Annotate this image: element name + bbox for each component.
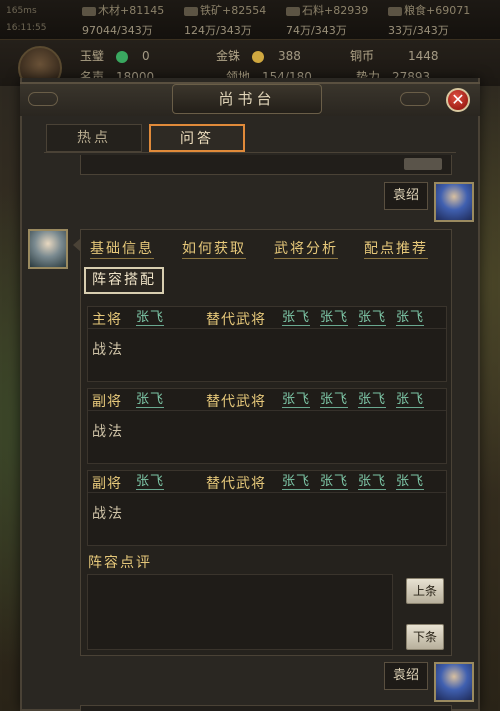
general-name[interactable]: 张飞 (136, 310, 165, 326)
wood-icon (82, 6, 96, 16)
link-point-recommend[interactable]: 配点推荐 (364, 240, 428, 259)
alternate-general[interactable]: 张飞 (282, 474, 311, 490)
general-name[interactable]: 张飞 (136, 392, 165, 408)
dialog-title: 尚书台 (172, 84, 322, 114)
lineup-panel-main: 主将 张飞 替代武将 张飞 张飞 张飞 张飞 战法 (87, 306, 447, 382)
tab-hot[interactable]: 热点 (46, 124, 142, 152)
tactic-label: 战法 (92, 506, 124, 522)
latency-text: 165ms (6, 6, 37, 16)
review-text-box (87, 574, 393, 650)
user-name-tag: 袁绍 (384, 662, 428, 690)
alternate-general[interactable]: 张飞 (320, 310, 349, 326)
role-label: 主将 (92, 312, 122, 328)
tactic-label: 战法 (92, 424, 124, 440)
resource-wood: 木材+81145 97044/343万 (82, 3, 182, 39)
resource-stone: 石料+82939 74万/343万 (286, 3, 386, 39)
tab-qa[interactable]: 问答 (149, 124, 245, 152)
next-message (80, 705, 452, 711)
gold-stat: 金铢 388 (216, 49, 301, 63)
clock-text: 16:11:55 (6, 23, 47, 33)
alternate-general[interactable]: 张飞 (320, 474, 349, 490)
role-label: 副将 (92, 394, 122, 410)
ornament-right-icon (400, 92, 430, 106)
user-portrait[interactable] (434, 182, 474, 222)
copper-stat: 铜币 1448 (350, 49, 439, 63)
resource-amount: 97044/343万 (82, 24, 153, 37)
resource-iron: 铁矿+82554 124万/343万 (184, 3, 284, 39)
general-name[interactable]: 张飞 (136, 474, 165, 490)
resource-grain: 粮食+69071 33万/343万 (388, 3, 488, 39)
close-button[interactable]: ✕ (446, 88, 470, 112)
lineup-row: 副将 张飞 替代武将 张飞 张飞 张飞 张飞 (88, 471, 446, 493)
status-info: 165ms 16:11:55 (6, 3, 46, 37)
jade-stat: 玉璧 0 (80, 49, 150, 63)
tactic-label: 战法 (92, 342, 124, 358)
user-name-tag: 袁绍 (384, 182, 428, 210)
lineup-panel-vice-1: 副将 张飞 替代武将 张飞 张飞 张飞 张飞 战法 (87, 388, 447, 464)
grain-icon (388, 6, 402, 16)
alternate-general[interactable]: 张飞 (396, 474, 425, 490)
alternate-general[interactable]: 张飞 (282, 392, 311, 408)
alternate-general[interactable]: 张飞 (358, 474, 387, 490)
alternate-label: 替代武将 (206, 394, 266, 410)
lineup-row: 副将 张飞 替代武将 张飞 张飞 张飞 张飞 (88, 389, 446, 411)
ornament-left-icon (28, 92, 58, 106)
jade-icon (116, 50, 129, 63)
gold-icon (252, 50, 265, 63)
user-portrait[interactable] (434, 662, 474, 702)
resource-amount: 33万/343万 (388, 24, 449, 37)
alternate-general[interactable]: 张飞 (282, 310, 311, 326)
stone-icon (286, 6, 300, 16)
link-basic-info[interactable]: 基础信息 (90, 240, 154, 259)
alternate-label: 替代武将 (206, 312, 266, 328)
formation-button[interactable]: 阵容搭配 (84, 267, 164, 294)
previous-message-button[interactable] (404, 158, 442, 170)
resource-amount: 74万/343万 (286, 24, 347, 37)
tab-divider (44, 152, 456, 153)
alternate-general[interactable]: 张飞 (358, 310, 387, 326)
close-icon: ✕ (451, 90, 465, 109)
link-how-to-get[interactable]: 如何获取 (182, 240, 246, 259)
prev-entry-button[interactable]: 上条 (406, 578, 444, 604)
previous-message (80, 155, 452, 175)
resource-bar: 165ms 16:11:55 木材+81145 97044/343万 铁矿+82… (0, 0, 500, 40)
alternate-general[interactable]: 张飞 (396, 310, 425, 326)
advisor-portrait[interactable] (28, 229, 68, 269)
role-label: 副将 (92, 476, 122, 492)
review-label: 阵容点评 (88, 555, 152, 571)
resource-amount: 124万/343万 (184, 24, 252, 37)
alternate-general[interactable]: 张飞 (396, 392, 425, 408)
iron-icon (184, 6, 198, 16)
alternate-label: 替代武将 (206, 476, 266, 492)
next-entry-button[interactable]: 下条 (406, 624, 444, 650)
alternate-general[interactable]: 张飞 (320, 392, 349, 408)
lineup-panel-vice-2: 副将 张飞 替代武将 张飞 张飞 张飞 张飞 战法 (87, 470, 447, 546)
lineup-row: 主将 张飞 替代武将 张飞 张飞 张飞 张飞 (88, 307, 446, 329)
link-general-analysis[interactable]: 武将分析 (274, 240, 338, 259)
alternate-general[interactable]: 张飞 (358, 392, 387, 408)
